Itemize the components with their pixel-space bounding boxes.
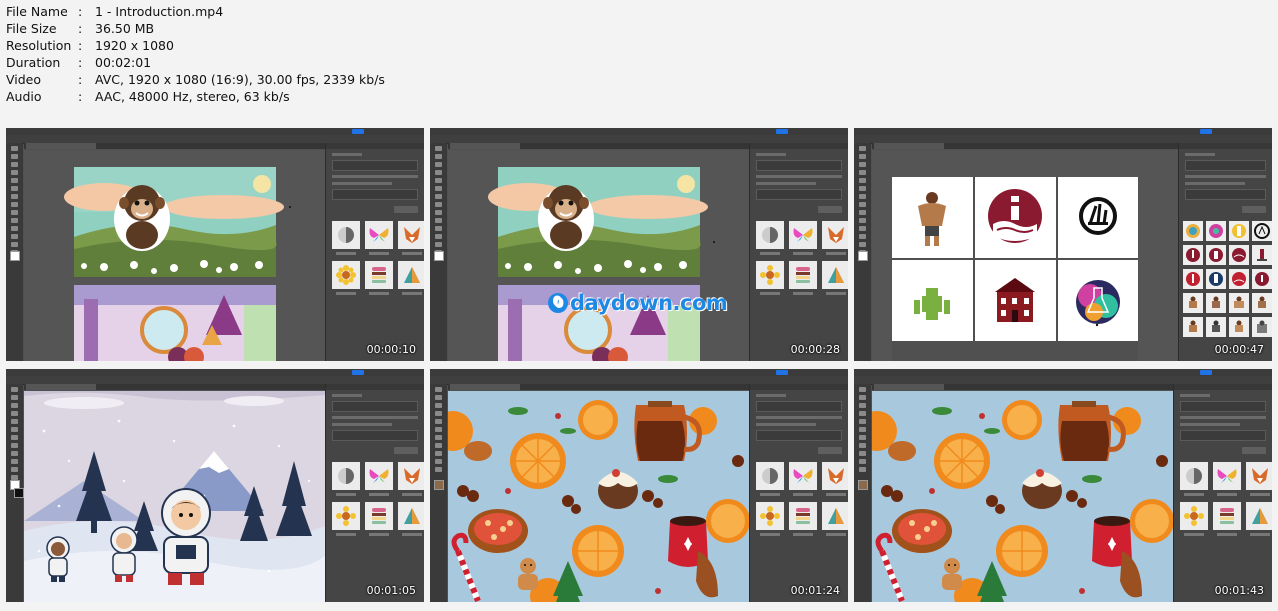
foreground-color xyxy=(434,251,444,261)
meta-value: 1920 x 1080 xyxy=(95,38,174,53)
toolbar xyxy=(6,384,24,602)
canvas-image xyxy=(872,391,1173,602)
canvas-image xyxy=(488,167,715,361)
meta-key: Video xyxy=(6,72,42,87)
meta-colon: : xyxy=(78,72,83,87)
menu-bar xyxy=(6,369,424,376)
meta-value: 1 - Introduction.mp4 xyxy=(95,4,224,19)
meta-key: Resolution xyxy=(6,38,72,53)
toolbar xyxy=(430,143,447,361)
share-button xyxy=(776,129,788,134)
toolbar xyxy=(854,143,871,361)
toolbar xyxy=(6,143,23,361)
meta-row-filename: File Name : 1 - Introduction.mp4 xyxy=(6,3,385,20)
meta-row-video: Video : AVC, 1920 x 1080 (16:9), 30.00 f… xyxy=(6,71,385,88)
meta-colon: : xyxy=(78,21,83,36)
generate-button xyxy=(1242,447,1266,454)
meta-value: 00:02:01 xyxy=(95,55,152,70)
share-button xyxy=(352,370,364,375)
properties-panel xyxy=(325,384,424,602)
generate-button xyxy=(818,447,842,454)
meta-row-audio: Audio : AAC, 48000 Hz, stereo, 63 kb/s xyxy=(6,88,385,105)
properties-panel xyxy=(1178,143,1272,361)
meta-colon: : xyxy=(78,55,83,70)
watermark-logo-icon: 0 xyxy=(548,293,568,313)
document-canvas xyxy=(872,150,1178,361)
background-color xyxy=(14,488,24,498)
meta-value: AAC, 48000 Hz, stereo, 63 kb/s xyxy=(95,89,290,104)
document-canvas xyxy=(872,391,1173,602)
canvas-image xyxy=(64,167,291,361)
video-thumbnail[interactable]: 00:00:28 xyxy=(430,128,848,361)
foreground-color xyxy=(434,480,444,490)
menu-bar xyxy=(430,128,848,135)
file-metadata: File Name : 1 - Introduction.mp4 File Si… xyxy=(6,3,385,105)
meta-value: AVC, 1920 x 1080 (16:9), 30.00 fps, 2339… xyxy=(95,72,385,87)
meta-value: 36.50 MB xyxy=(95,21,155,36)
meta-row-duration: Duration : 00:02:01 xyxy=(6,54,385,71)
style-grid xyxy=(1180,462,1272,536)
menu-bar xyxy=(854,128,1272,135)
share-button xyxy=(352,129,364,134)
watermark: 0 daydown.com xyxy=(548,291,728,315)
style-grid xyxy=(332,221,424,295)
properties-panel xyxy=(1173,384,1272,602)
menu-bar xyxy=(430,369,848,376)
style-grid xyxy=(756,462,848,536)
properties-panel xyxy=(749,143,848,361)
properties-panel xyxy=(325,143,424,361)
meta-key: Audio xyxy=(6,89,42,104)
watermark-text: daydown.com xyxy=(570,291,728,315)
canvas-image xyxy=(892,177,1138,361)
generate-button xyxy=(394,206,418,213)
video-thumbnail[interactable]: 00:01:43 xyxy=(854,369,1272,602)
video-thumbnail[interactable]: 00:01:05 xyxy=(6,369,424,602)
toolbar xyxy=(854,384,871,602)
meta-colon: : xyxy=(78,4,83,19)
style-grid xyxy=(332,462,424,536)
meta-row-filesize: File Size : 36.50 MB xyxy=(6,20,385,37)
timestamp-label: 00:01:05 xyxy=(366,584,416,597)
canvas-image xyxy=(448,391,749,602)
share-button xyxy=(1200,129,1212,134)
meta-colon: : xyxy=(78,38,83,53)
share-button xyxy=(776,370,788,375)
properties-panel xyxy=(749,384,848,602)
timestamp-label: 00:00:28 xyxy=(790,343,840,356)
meta-colon: : xyxy=(78,89,83,104)
meta-key: File Name xyxy=(6,4,68,19)
generate-button xyxy=(394,447,418,454)
menu-bar xyxy=(6,128,424,135)
timestamp-label: 00:00:10 xyxy=(366,343,416,356)
video-thumbnail[interactable]: 00:01:24 xyxy=(430,369,848,602)
video-thumbnail[interactable]: 00:00:47 xyxy=(854,128,1272,361)
timestamp-label: 00:00:47 xyxy=(1214,343,1264,356)
generate-button xyxy=(1242,206,1266,213)
share-button xyxy=(1200,370,1212,375)
timestamp-label: 00:01:43 xyxy=(1214,584,1264,597)
variations-grid xyxy=(1183,221,1272,337)
toolbar xyxy=(430,384,447,602)
foreground-color xyxy=(10,251,20,261)
canvas-image xyxy=(24,391,325,602)
document-canvas xyxy=(24,150,325,361)
meta-row-resolution: Resolution : 1920 x 1080 xyxy=(6,37,385,54)
menu-bar xyxy=(854,369,1272,376)
foreground-color xyxy=(858,480,868,490)
meta-key: File Size xyxy=(6,21,57,36)
timestamp-label: 00:01:24 xyxy=(790,584,840,597)
document-canvas xyxy=(448,391,749,602)
foreground-color xyxy=(858,251,868,261)
document-canvas xyxy=(24,391,325,602)
document-canvas xyxy=(448,150,749,361)
meta-key: Duration xyxy=(6,55,61,70)
style-grid xyxy=(756,221,848,295)
generate-button xyxy=(818,206,842,213)
video-thumbnail[interactable]: 00:00:10 xyxy=(6,128,424,361)
